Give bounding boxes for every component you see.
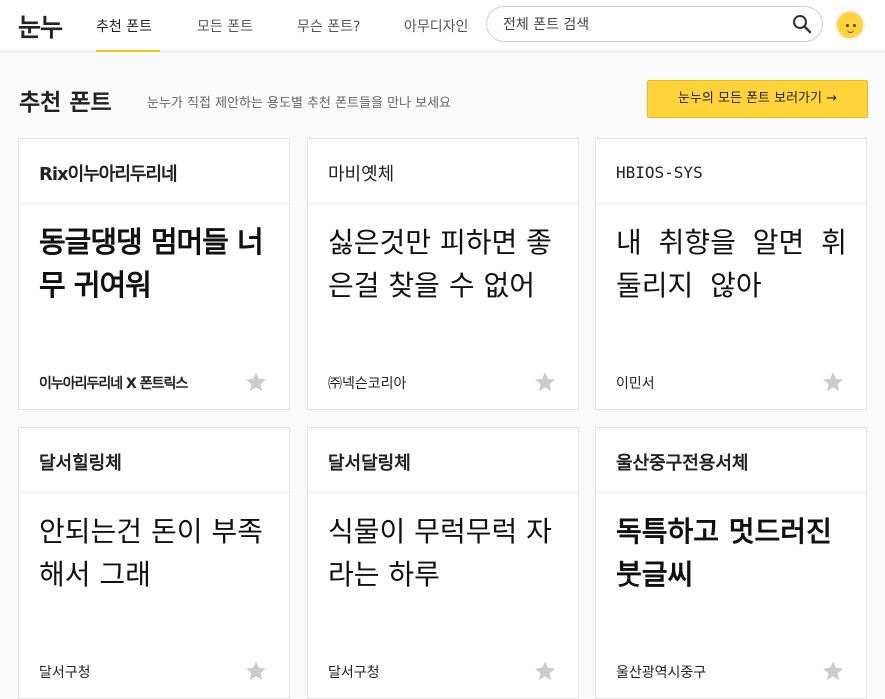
font-maker: 울산광역시중구: [616, 665, 707, 681]
font-card[interactable]: 달서힐링체 안되는건 돈이 부족해서 그래 달서구청: [18, 427, 290, 699]
font-maker: 이민서: [616, 376, 655, 392]
font-maker: 이누아리두리네 X 폰트릭스: [39, 376, 188, 392]
nav-any-design[interactable]: 아무디자인: [404, 16, 468, 52]
font-sample-text: 독특하고 멋드러진 붓글씨: [616, 515, 832, 591]
font-card-header: Rix이누아리두리네: [19, 139, 289, 204]
font-card[interactable]: 달서달링체 식물이 무럭무럭 자라는 하루 달서구청: [307, 427, 579, 699]
search-box: [486, 6, 823, 43]
search-input[interactable]: [501, 7, 785, 43]
search-icon[interactable]: [792, 14, 812, 34]
font-maker: 달서구청: [328, 665, 380, 681]
user-avatar[interactable]: [835, 10, 865, 40]
font-card[interactable]: 울산중구전용서체 독특하고 멋드러진 붓글씨 울산광역시중구: [595, 427, 867, 699]
font-card-header: HBIOS-SYS: [596, 139, 866, 204]
font-card-header: 달서힐링체: [19, 428, 289, 493]
font-sample-text: 동글댕댕 멈머들 너무 귀여워: [39, 225, 264, 302]
font-card-header: 달서달링체: [308, 428, 578, 493]
favorite-star-icon[interactable]: [245, 371, 267, 393]
font-card-header: 마비옛체: [308, 139, 578, 204]
font-name[interactable]: 달서달링체: [328, 449, 411, 475]
font-sample-text: 내 취향을 알면 휘둘리지 않아: [616, 226, 847, 302]
font-name[interactable]: Rix이누아리두리네: [39, 160, 178, 186]
font-sample-text: 싫은것만 피하면 좋은걸 찾을 수 없어: [328, 226, 552, 302]
nav-what-font[interactable]: 무슨 폰트?: [297, 16, 360, 52]
font-card[interactable]: HBIOS-SYS 내 취향을 알면 휘둘리지 않아 이민서: [595, 138, 867, 410]
font-card[interactable]: Rix이누아리두리네 동글댕댕 멈머들 너무 귀여워 이누아리두리네 X 폰트릭…: [18, 138, 290, 410]
favorite-star-icon[interactable]: [822, 660, 844, 682]
nav-all-fonts[interactable]: 모든 폰트: [197, 16, 253, 52]
see-all-fonts-button[interactable]: 눈누의 모든 폰트 보러가기 →: [647, 80, 868, 118]
favorite-star-icon[interactable]: [534, 660, 556, 682]
page-title: 추천 폰트: [19, 90, 112, 116]
font-maker: ㈜넥슨코리아: [328, 376, 407, 392]
font-sample-text: 식물이 무럭무럭 자라는 하루: [328, 515, 552, 591]
favorite-star-icon[interactable]: [534, 371, 556, 393]
page-description: 눈누가 직접 제안하는 용도별 추천 폰트들을 만나 보세요: [147, 96, 452, 111]
favorite-star-icon[interactable]: [822, 371, 844, 393]
top-navigation-bar: 눈누 추천 폰트 모든 폰트 무슨 폰트? 아무디자인: [0, 0, 885, 52]
font-sample-text: 안되는건 돈이 부족해서 그래: [39, 515, 263, 591]
noonnu-logo[interactable]: 눈누: [18, 8, 63, 44]
favorite-star-icon[interactable]: [245, 660, 267, 682]
font-name[interactable]: HBIOS-SYS: [616, 163, 703, 182]
font-name[interactable]: 울산중구전용서체: [616, 449, 748, 475]
font-card[interactable]: 마비옛체 싫은것만 피하면 좋은걸 찾을 수 없어 ㈜넥슨코리아: [307, 138, 579, 410]
font-card-header: 울산중구전용서체: [596, 428, 866, 493]
font-name[interactable]: 마비옛체: [328, 160, 394, 186]
nav-recommended-fonts[interactable]: 추천 폰트: [96, 16, 160, 52]
font-name[interactable]: 달서힐링체: [39, 449, 122, 475]
font-maker: 달서구청: [39, 665, 91, 681]
